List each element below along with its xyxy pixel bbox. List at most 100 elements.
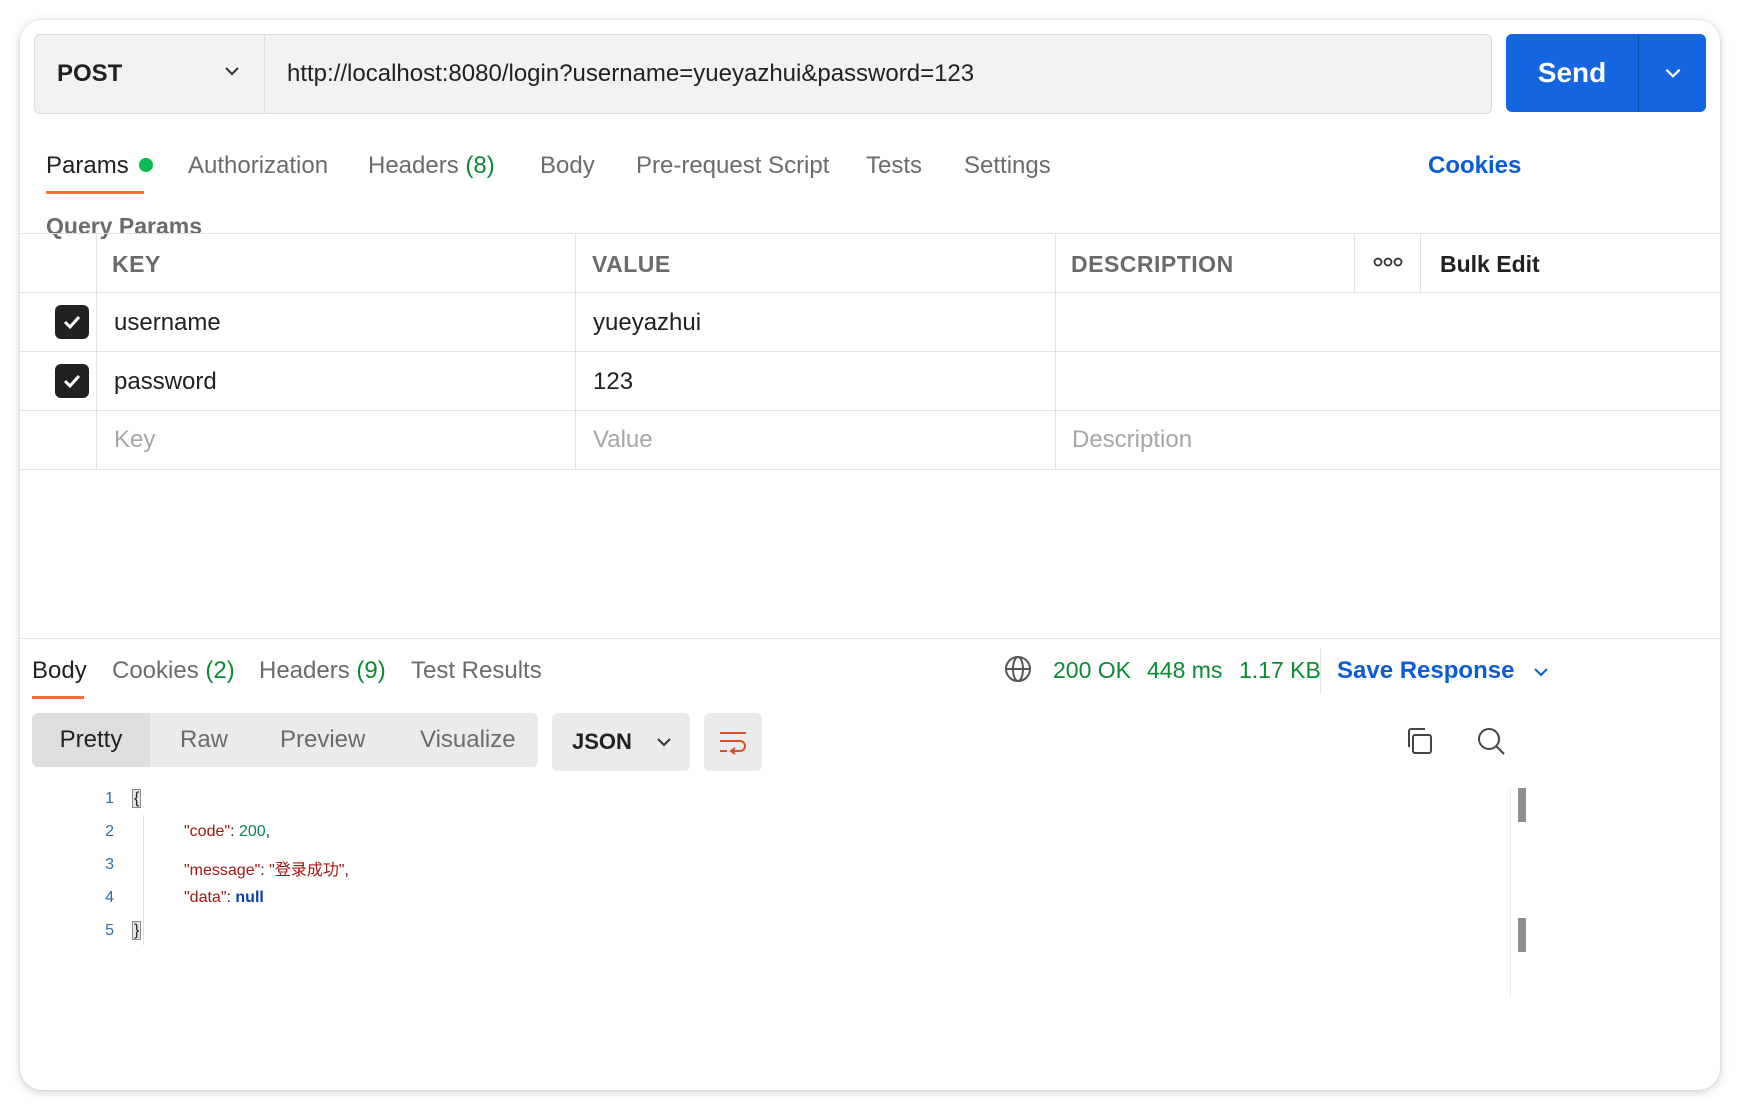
- send-button[interactable]: Send: [1506, 34, 1706, 112]
- json-comma: ,: [265, 823, 271, 840]
- more-horizontal-icon: [1373, 257, 1403, 267]
- view-mode-pretty[interactable]: Pretty: [32, 713, 150, 767]
- param-value-cell[interactable]: yueyazhui: [593, 309, 701, 337]
- new-value-input[interactable]: Value: [593, 426, 653, 454]
- wrap-lines-icon: [720, 732, 746, 755]
- tab-tests[interactable]: Tests: [866, 152, 922, 180]
- vertical-scrollbar[interactable]: [1510, 788, 1511, 998]
- scrollbar-marker: [1518, 918, 1526, 952]
- code-line: "data": null: [184, 889, 264, 907]
- divider: [575, 233, 576, 470]
- response-tab-cookies-label: Cookies: [112, 657, 199, 684]
- new-description-input[interactable]: Description: [1072, 426, 1192, 454]
- param-value-cell[interactable]: 123: [593, 368, 633, 396]
- network-info-button[interactable]: [1003, 654, 1033, 684]
- format-select[interactable]: JSON: [552, 713, 690, 771]
- divider: [20, 410, 1720, 411]
- response-tab-cookies-count: (2): [205, 657, 235, 684]
- tab-headers-label: Headers: [368, 152, 459, 179]
- save-response-button[interactable]: Save Response: [1337, 657, 1551, 685]
- save-response-label: Save Response: [1337, 657, 1515, 684]
- line-number: 5: [105, 922, 114, 939]
- tab-body[interactable]: Body: [540, 152, 595, 180]
- scrollbar-marker: [1518, 788, 1526, 822]
- json-key: "data": [184, 889, 227, 906]
- search-icon: [1478, 728, 1505, 755]
- code-line: }: [132, 921, 142, 940]
- code-line: "message": "登录成功",: [184, 856, 349, 880]
- line-number: 3: [105, 856, 114, 873]
- json-comma: ,: [344, 862, 349, 879]
- param-checkbox[interactable]: [55, 305, 89, 339]
- method-select[interactable]: POST: [35, 35, 265, 113]
- word-wrap-button[interactable]: [704, 713, 762, 771]
- params-active-dot: [138, 157, 153, 172]
- param-key-cell[interactable]: password: [114, 368, 217, 396]
- param-checkbox[interactable]: [55, 364, 89, 398]
- brace: }: [132, 921, 142, 940]
- line-number: 1: [105, 790, 114, 807]
- response-time: 448 ms: [1147, 657, 1223, 683]
- response-size: 1.17 KB: [1239, 657, 1321, 683]
- response-tab-test-results[interactable]: Test Results: [411, 657, 542, 685]
- divider: [96, 233, 97, 470]
- send-options-button[interactable]: [1639, 34, 1706, 112]
- response-tab-headers-count: (9): [356, 657, 386, 684]
- view-mode-raw[interactable]: Raw: [180, 713, 228, 767]
- tab-prerequest-script[interactable]: Pre-request Script: [636, 152, 829, 180]
- json-value: 200: [238, 823, 266, 840]
- indent-guide: [143, 815, 144, 945]
- divider: [20, 292, 1720, 293]
- json-value: "登录成功": [269, 862, 345, 879]
- tab-authorization[interactable]: Authorization: [188, 152, 328, 180]
- globe-icon: [1005, 656, 1031, 682]
- code-line: "code": 200,: [184, 823, 270, 841]
- divider: [1420, 233, 1421, 292]
- divider: [1320, 648, 1321, 694]
- column-header-key: KEY: [112, 251, 161, 277]
- code-line: {: [132, 789, 142, 808]
- divider: [20, 233, 1720, 234]
- column-header-description: DESCRIPTION: [1071, 251, 1234, 277]
- format-label: JSON: [572, 729, 632, 754]
- chevron-down-icon: [225, 67, 239, 76]
- url-input[interactable]: http://localhost:8080/login?username=yue…: [265, 35, 1491, 113]
- cookies-link[interactable]: Cookies: [1428, 152, 1521, 180]
- divider: [20, 351, 1720, 352]
- response-tab-headers[interactable]: Headers (9): [259, 657, 386, 685]
- response-tab-underline: [32, 696, 84, 699]
- param-description-cell[interactable]: [1072, 309, 1672, 339]
- url-bar: POST http://localhost:8080/login?usernam…: [34, 34, 1492, 114]
- query-params-title: Query Params: [46, 213, 202, 239]
- search-button[interactable]: [1474, 724, 1508, 758]
- tab-headers-count: (8): [465, 152, 495, 179]
- json-value: null: [235, 889, 264, 906]
- copy-button[interactable]: [1402, 724, 1436, 758]
- chevron-down-icon: [657, 738, 671, 747]
- divider: [1055, 233, 1056, 470]
- response-tab-cookies[interactable]: Cookies (2): [112, 657, 235, 685]
- line-number: 4: [105, 889, 114, 906]
- more-options-button[interactable]: [1366, 248, 1410, 276]
- brace: {: [132, 789, 142, 808]
- send-label[interactable]: Send: [1506, 34, 1639, 112]
- new-key-input[interactable]: Key: [114, 426, 155, 454]
- chevron-down-icon: [1534, 667, 1548, 677]
- postman-request-panel: POST http://localhost:8080/login?usernam…: [20, 20, 1720, 1090]
- method-label: POST: [57, 60, 123, 87]
- checkmark-icon: [63, 315, 81, 330]
- view-mode-preview[interactable]: Preview: [280, 713, 365, 767]
- copy-icon: [1408, 728, 1432, 754]
- bulk-edit-button[interactable]: Bulk Edit: [1440, 251, 1540, 278]
- tab-settings[interactable]: Settings: [964, 152, 1051, 180]
- tab-params[interactable]: Params: [46, 152, 153, 180]
- json-key: "message": [184, 862, 261, 879]
- checkmark-icon: [63, 374, 81, 389]
- tab-headers[interactable]: Headers (8): [368, 152, 495, 180]
- response-tab-headers-label: Headers: [259, 657, 350, 684]
- view-mode-visualize[interactable]: Visualize: [420, 713, 516, 767]
- active-tab-underline: [46, 191, 144, 194]
- param-description-cell[interactable]: [1072, 368, 1672, 398]
- response-tab-body[interactable]: Body: [32, 657, 87, 685]
- param-key-cell[interactable]: username: [114, 309, 221, 337]
